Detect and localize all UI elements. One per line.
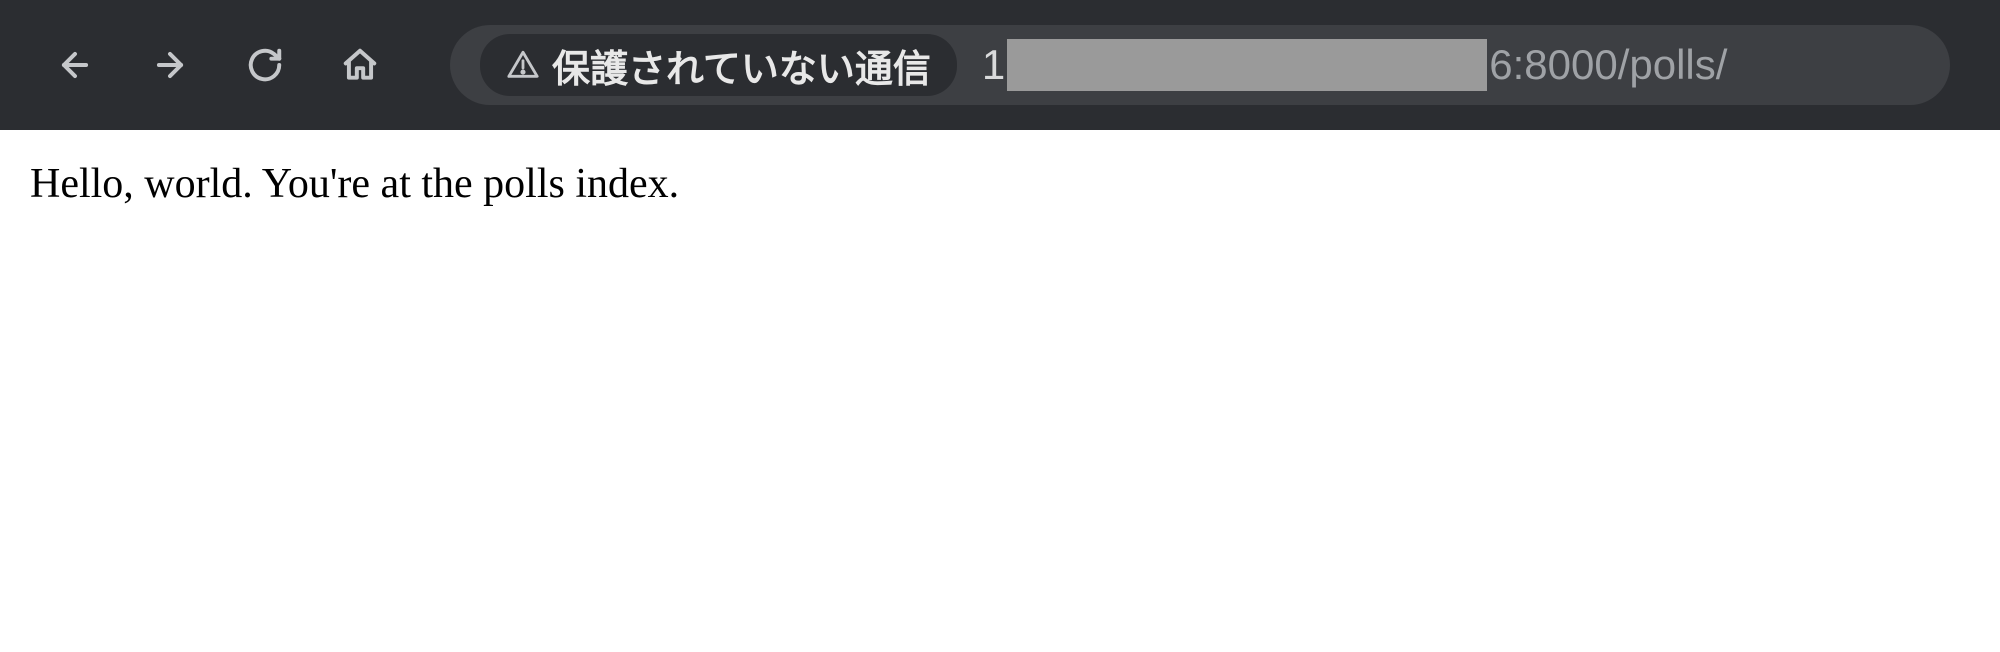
url-display[interactable]: 1 6:8000/polls/ [967, 39, 1920, 91]
url-prefix: 1 [982, 41, 1005, 89]
url-port-path: 6:8000/polls/ [1489, 41, 1727, 89]
browser-toolbar: 保護されていない通信 1 6:8000/polls/ [0, 0, 2000, 130]
url-redacted-block [1007, 39, 1487, 91]
address-bar[interactable]: 保護されていない通信 1 6:8000/polls/ [450, 25, 1950, 105]
reload-icon [246, 46, 284, 84]
warning-icon [506, 48, 540, 82]
page-body-text: Hello, world. You're at the polls index. [30, 160, 1970, 208]
forward-button[interactable] [145, 40, 195, 90]
security-label: 保護されていない通信 [552, 38, 931, 93]
forward-icon [151, 46, 189, 84]
page-content: Hello, world. You're at the polls index. [0, 130, 2000, 238]
security-badge[interactable]: 保護されていない通信 [480, 34, 957, 96]
reload-button[interactable] [240, 40, 290, 90]
back-button[interactable] [50, 40, 100, 90]
back-icon [56, 46, 94, 84]
home-button[interactable] [335, 40, 385, 90]
home-icon [341, 46, 379, 84]
